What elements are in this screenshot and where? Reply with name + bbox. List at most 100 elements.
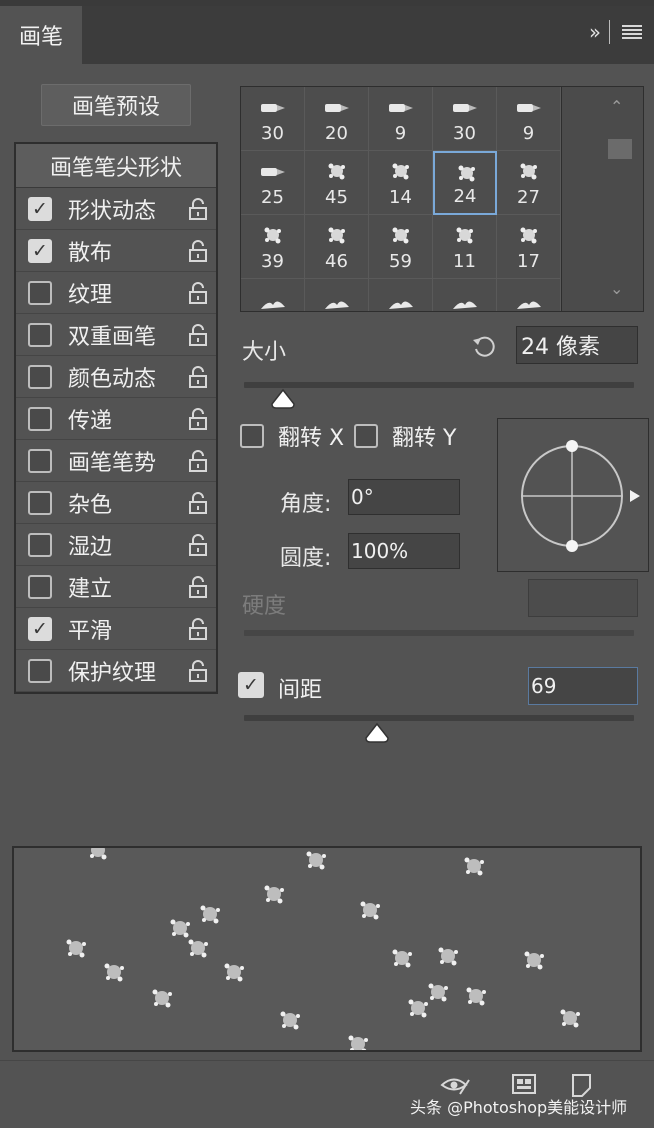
brush-tip-cell[interactable]: 30 <box>241 87 305 151</box>
unlock-icon[interactable] <box>188 534 208 556</box>
setting-checkbox[interactable] <box>28 406 52 431</box>
setting-checkbox[interactable] <box>28 532 52 557</box>
brush-setting-item[interactable]: 纹理 <box>16 272 216 314</box>
brush-setting-item[interactable]: 双重画笔 <box>16 314 216 356</box>
hamburger-menu-icon[interactable] <box>622 25 642 39</box>
setting-checkbox[interactable] <box>28 490 52 515</box>
brush-presets-button[interactable]: 画笔预设 <box>41 84 191 126</box>
setting-label: 纹理 <box>68 282 113 308</box>
angle-input[interactable]: 0° <box>348 479 460 515</box>
brush-setting-item[interactable]: ✓ 形状动态 <box>16 188 216 230</box>
brush-tip-cell[interactable]: 9 <box>369 87 433 151</box>
brush-tool-icon <box>261 104 285 112</box>
brush-tip-cell[interactable] <box>369 279 433 311</box>
brush-tip-cell[interactable]: 27 <box>497 151 561 215</box>
brush-size-label: 20 <box>325 123 348 144</box>
setting-checkbox[interactable] <box>28 658 52 683</box>
snowflake-mark <box>392 949 412 968</box>
brush-tip-cell[interactable]: 39 <box>241 215 305 279</box>
unlock-icon[interactable] <box>188 198 208 220</box>
brush-tip-cell[interactable]: 30 <box>433 87 497 151</box>
unlock-icon[interactable] <box>188 450 208 472</box>
brush-tip-cell[interactable]: 9 <box>497 87 561 151</box>
brush-tip-cell[interactable]: 46 <box>305 215 369 279</box>
unlock-icon[interactable] <box>188 324 208 346</box>
setting-checkbox[interactable] <box>28 280 52 305</box>
spacing-slider-track[interactable] <box>244 715 634 721</box>
angle-roundness-widget[interactable] <box>497 418 649 572</box>
snowflake-mark <box>464 857 484 876</box>
unlock-icon[interactable] <box>188 366 208 388</box>
spacing-input[interactable]: 69 <box>528 667 638 705</box>
setting-checkbox[interactable]: ✓ <box>28 616 52 641</box>
flip-x-checkbox[interactable] <box>240 424 264 448</box>
brush-setting-item[interactable]: 保护纹理 <box>16 650 216 692</box>
scroll-thumb[interactable] <box>608 139 632 159</box>
flip-x-row[interactable]: 翻转 X <box>240 420 344 452</box>
spacing-slider-knob[interactable] <box>364 722 390 744</box>
flip-y-row[interactable]: 翻转 Y <box>354 420 456 452</box>
setting-checkbox[interactable] <box>28 364 52 389</box>
brush-tip-cell[interactable]: 24 <box>433 151 497 215</box>
brush-tip-shape-item[interactable]: 画笔笔尖形状 <box>16 144 216 188</box>
brush-tool-icon <box>453 104 477 112</box>
brush-tip-cell[interactable] <box>433 279 497 311</box>
chevron-down-icon[interactable]: ⌄ <box>610 279 623 298</box>
double-chevron-right-icon[interactable]: ›› <box>589 20 601 44</box>
brush-tool-icon <box>261 168 285 176</box>
reset-size-icon[interactable] <box>470 332 498 360</box>
brush-tip-cell[interactable]: 59 <box>369 215 433 279</box>
brush-size-label: 45 <box>325 187 348 208</box>
brush-grid-scrollbar[interactable]: ⌃ ⌄ <box>562 86 644 312</box>
chevron-up-icon[interactable]: ⌃ <box>610 97 623 116</box>
brush-tip-cell[interactable]: 17 <box>497 215 561 279</box>
unlock-icon[interactable] <box>188 282 208 304</box>
brush-tip-cell[interactable]: 14 <box>369 151 433 215</box>
roundness-input[interactable]: 100% <box>348 533 460 569</box>
setting-checkbox[interactable] <box>28 448 52 473</box>
header-icons: ›› <box>589 20 642 44</box>
brush-setting-item[interactable]: 画笔笔势 <box>16 440 216 482</box>
setting-checkbox[interactable]: ✓ <box>28 238 52 263</box>
flip-y-checkbox[interactable] <box>354 424 378 448</box>
setting-checkbox[interactable]: ✓ <box>28 196 52 221</box>
brush-size-label: 27 <box>517 187 540 208</box>
spacing-checkbox[interactable]: ✓ <box>238 672 264 698</box>
size-input[interactable]: 24 像素 <box>516 326 638 364</box>
brush-tip-grid: 30 20 9 30 9 25 45 14 24 27 39 46 59 11 17 <box>240 86 562 312</box>
setting-checkbox[interactable] <box>28 322 52 347</box>
size-slider-knob[interactable] <box>270 388 296 410</box>
setting-checkbox[interactable] <box>28 574 52 599</box>
size-slider-track[interactable] <box>244 382 634 388</box>
unlock-icon[interactable] <box>188 240 208 262</box>
brush-setting-item[interactable]: 传递 <box>16 398 216 440</box>
tab-brush[interactable]: 画笔 <box>0 6 82 64</box>
brush-tip-cell[interactable]: 25 <box>241 151 305 215</box>
brush-tip-cell[interactable] <box>497 279 561 311</box>
brush-setting-item[interactable]: 颜色动态 <box>16 356 216 398</box>
snowflake-mark <box>200 905 220 924</box>
brush-tip-cell[interactable]: 20 <box>305 87 369 151</box>
brush-setting-item[interactable]: 建立 <box>16 566 216 608</box>
brush-setting-item[interactable]: 杂色 <box>16 482 216 524</box>
setting-label: 传递 <box>68 408 113 434</box>
snowflake-mark <box>224 963 244 982</box>
snowflake-brush-icon <box>520 163 537 180</box>
brush-setting-item[interactable]: ✓ 散布 <box>16 230 216 272</box>
brush-tip-cell[interactable] <box>305 279 369 311</box>
unlock-icon[interactable] <box>188 408 208 430</box>
brush-tip-cell[interactable]: 11 <box>433 215 497 279</box>
unlock-icon[interactable] <box>188 660 208 682</box>
brush-tip-cell[interactable]: 45 <box>305 151 369 215</box>
brush-setting-item[interactable]: 湿边 <box>16 524 216 566</box>
snowflake-mark <box>264 885 284 904</box>
unlock-icon[interactable] <box>188 492 208 514</box>
brush-setting-item[interactable]: ✓ 平滑 <box>16 608 216 650</box>
snowflake-brush-icon <box>453 301 477 309</box>
brush-tip-cell[interactable] <box>241 279 305 311</box>
unlock-icon[interactable] <box>188 576 208 598</box>
hardness-label: 硬度 <box>242 594 287 619</box>
unlock-icon[interactable] <box>188 618 208 640</box>
brush-size-label: 9 <box>522 123 535 144</box>
snowflake-mark <box>524 951 544 970</box>
